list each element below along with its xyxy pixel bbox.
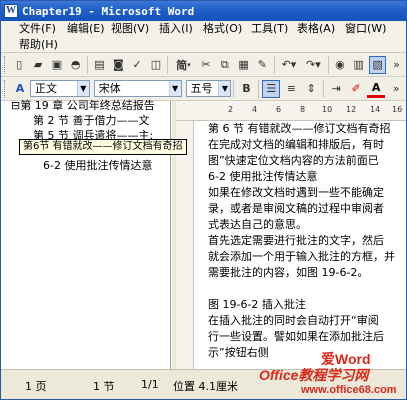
chevron-down-icon[interactable]: ▼ (218, 81, 231, 96)
map-item-chapter19[interactable]: ⊟第 19 章 公司年终总结报告 (11, 99, 155, 113)
menu-file[interactable]: 文件(F) (15, 21, 60, 37)
map-tooltip: 第6节 有错就改——修订文档有奇招 (19, 139, 187, 155)
menu-insert[interactable]: 插入(I) (155, 21, 197, 37)
ruler-label: 12 (346, 105, 357, 114)
toolbar-separator (327, 55, 329, 74)
paste-icon[interactable]: ▦ (235, 56, 252, 74)
simplified-chinese-button[interactable]: 简 ▾ (171, 56, 195, 74)
window-title: Chapter19 - Microsoft Word (22, 4, 195, 18)
font-size-select[interactable]: 五号 ▼ (185, 80, 232, 97)
menu-table[interactable]: 表格(A) (293, 21, 339, 37)
hyperlink-icon[interactable]: ◉ (332, 56, 349, 74)
undo-icon[interactable]: ↶▾ (278, 56, 300, 74)
font-value: 宋体 (98, 82, 121, 95)
research-icon[interactable]: ◫ (148, 56, 165, 74)
chevron-down-icon[interactable]: ▼ (76, 81, 89, 96)
format-painter-icon[interactable]: ✎ (254, 56, 271, 74)
doc-line: 图 19-6-2 插入批注 (208, 298, 306, 311)
open-folder-icon[interactable]: ▰ (30, 56, 47, 74)
doc-line: 第 6 节 有错就改——修订文档有奇招 (208, 122, 391, 135)
align-center-icon[interactable]: ≡ (282, 80, 300, 98)
horizontal-ruler[interactable]: 2 4 6 8 10 12 14 16 (176, 101, 406, 121)
status-page-of: 1/1 (141, 378, 159, 391)
doc-line: 录，或者是审阅文稿的过程中审阅者 (208, 202, 384, 215)
watermark-site: www.office68.com (301, 384, 397, 396)
status-page: 1 页 (25, 380, 47, 393)
doc-line: 示”按钮右侧 (208, 346, 269, 359)
redo-icon[interactable]: ↷▾ (302, 56, 324, 74)
font-color-button[interactable]: A (367, 80, 386, 98)
font-size-value: 五号 (190, 82, 213, 95)
toolbar-separator (87, 55, 89, 74)
spelling-icon[interactable]: ✓ (129, 56, 146, 74)
toolbar-separator (233, 79, 235, 98)
doc-line: 需要批注的内容，如图 19-6-2。 (208, 266, 369, 279)
doc-line: 6-2 使用批注传情达意 (208, 170, 318, 183)
doc-line: 如果在修改文档时遇到一些不能确定 (208, 186, 384, 199)
ruler-label: 10 (322, 105, 333, 114)
tables-borders-icon[interactable]: ▥ (350, 56, 367, 74)
ruler-label: 14 (370, 105, 381, 114)
print-preview-icon[interactable]: ◙ (110, 56, 127, 74)
menu-bar: 文件(F) 编辑(E) 视图(V) 插入(I) 格式(O) 工具(T) 表格(A… (1, 21, 406, 53)
word-window: W Chapter19 - Microsoft Word 文件(F) 编辑(E)… (0, 0, 407, 400)
style-select[interactable]: 正文 ▼ (29, 80, 90, 97)
doc-line: 在完成对文档的编辑和排版后，有时 (208, 138, 384, 151)
status-position: 位置 4.1厘米 (173, 380, 238, 393)
formatting-toolbar: A 正文 ▼ 宋体 ▼ 五号 ▼ B ☰ ≡ ⇕ ⇥ ✐ A » (1, 77, 406, 101)
toolbar-grip[interactable] (4, 79, 7, 98)
doc-line: 在插入批注的同时会自动打开“审阅 (208, 314, 379, 327)
simplified-label: 简 (176, 58, 188, 72)
toolbar-options-icon[interactable]: » (387, 80, 405, 98)
word-app-icon: W (4, 4, 18, 18)
menu-edit[interactable]: 编辑(E) (63, 21, 109, 37)
vertical-ruler[interactable] (176, 121, 194, 369)
toolbar-separator (323, 79, 325, 98)
style-value: 正文 (34, 82, 57, 95)
status-section: 1 节 (93, 380, 115, 393)
permission-icon[interactable]: ◓ (67, 56, 84, 74)
new-document-icon[interactable]: ▯ (11, 56, 28, 74)
menu-tools[interactable]: 工具(T) (247, 21, 292, 37)
font-select[interactable]: 宋体 ▼ (93, 80, 182, 97)
document-area[interactable]: 第 6 节 有错就改——修订文档有奇招 在完成对文档的编辑和排版后，有时 图”快… (194, 121, 406, 369)
save-icon[interactable]: ▣ (49, 56, 66, 74)
doc-line: 行一些设置。譬如如果在添加批注后 (208, 330, 384, 343)
justify-icon[interactable]: ☰ (262, 79, 281, 98)
ruler-label: 6 (276, 105, 282, 114)
styles-formatting-icon[interactable]: A (11, 80, 29, 98)
toolbar-grip[interactable] (4, 55, 7, 74)
print-icon[interactable]: ▤ (91, 56, 108, 74)
toolbar-separator (167, 55, 169, 74)
ruler-label: 8 (300, 105, 306, 114)
doc-line: 首先选定需要进行批注的文字，然后 (208, 234, 384, 247)
doc-line: 图”快速定位文档内容的方法前面已 (208, 154, 379, 167)
bold-button[interactable]: B (237, 80, 255, 98)
highlight-icon[interactable]: ✐ (347, 80, 365, 98)
toolbar-options-icon[interactable]: » (388, 56, 405, 74)
menu-window[interactable]: 窗口(W) (341, 21, 390, 37)
ruler-label: 4 (252, 105, 258, 114)
standard-toolbar: ▯ ▰ ▣ ◓ ▤ ◙ ✓ ◫ 简 ▾ ✂ ⧉ ▦ ✎ ↶▾ ↷▾ ◉ ▥ ▧ » (1, 53, 406, 77)
document-map-icon[interactable]: ▧ (369, 55, 387, 74)
cut-icon[interactable]: ✂ (198, 56, 215, 74)
line-spacing-icon[interactable]: ⇕ (302, 80, 320, 98)
menu-view[interactable]: 视图(V) (107, 21, 153, 37)
menu-help[interactable]: 帮助(H) (15, 37, 62, 53)
toolbar-separator (273, 55, 275, 74)
map-item-section2[interactable]: 第 2 节 善于借力——文 (33, 114, 150, 128)
ruler-label: 2 (228, 105, 234, 114)
doc-line: 式表达自己的意思。 (208, 218, 307, 231)
doc-line: 就会添加一个用于输入批注的方框，并 (208, 250, 395, 263)
title-bar: W Chapter19 - Microsoft Word (1, 1, 406, 21)
increase-indent-icon[interactable]: ⇥ (327, 80, 345, 98)
watermark-brand-2: Office教程学习网 (259, 367, 369, 383)
copy-icon[interactable]: ⧉ (216, 56, 233, 74)
map-item-6-2[interactable]: 6-2 使用批注传情达意 (43, 159, 152, 173)
ruler-label: 16 (392, 105, 403, 114)
menu-format[interactable]: 格式(O) (199, 21, 246, 37)
toolbar-separator (258, 79, 260, 98)
chevron-down-icon[interactable]: ▼ (168, 81, 181, 96)
